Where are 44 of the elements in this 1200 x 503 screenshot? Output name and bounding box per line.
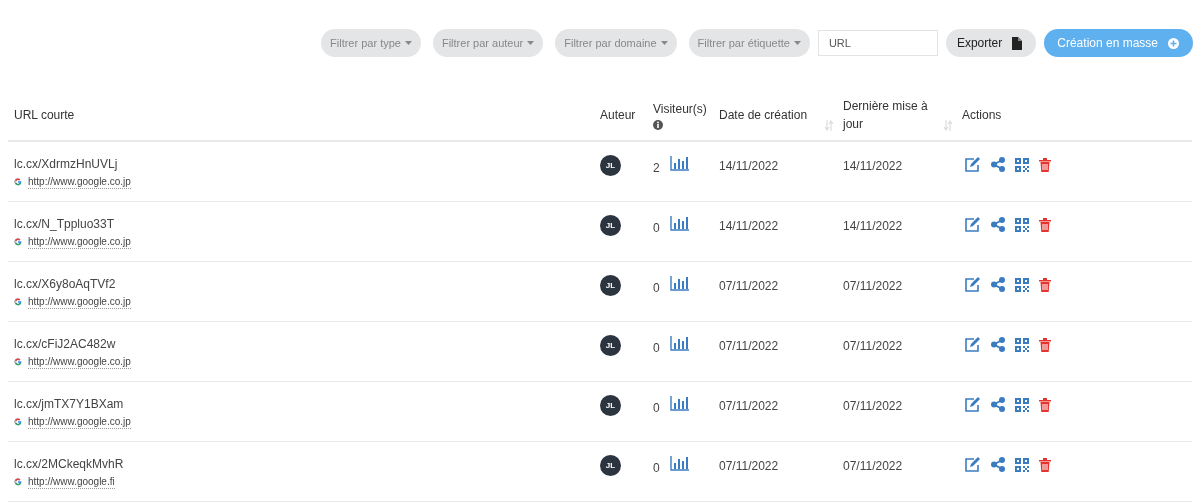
short-url-link[interactable]: lc.cx/X6y8oAqTVf2 xyxy=(14,276,116,292)
column-header: Visiteur(s) xyxy=(653,101,707,118)
short-url-link[interactable]: lc.cx/XdrmzHnUVLj xyxy=(14,156,118,172)
column-header[interactable]: Date de création xyxy=(719,106,823,124)
date-text: 07/11/2022 xyxy=(843,339,903,353)
visitor-count: 0 xyxy=(653,280,660,297)
date-text: 07/11/2022 xyxy=(719,339,779,353)
column-header[interactable]: Dernière mise à jour xyxy=(843,97,942,133)
date-text: 07/11/2022 xyxy=(719,399,779,413)
date-text: 14/11/2022 xyxy=(719,159,779,173)
target-url-link[interactable]: http://www.google.co.jp xyxy=(28,295,131,309)
url-field[interactable]: URL xyxy=(817,30,938,56)
short-url-link[interactable]: lc.cx/N_Tppluo33T xyxy=(14,216,115,232)
export-button[interactable]: Exporter xyxy=(945,29,1037,57)
date-text: 07/11/2022 xyxy=(719,279,779,293)
date-text: 07/11/2022 xyxy=(843,459,903,473)
visitor-count: 0 xyxy=(653,460,660,477)
date-text: 14/11/2022 xyxy=(843,159,903,173)
date-text: 07/11/2022 xyxy=(719,459,779,473)
visitor-count: 0 xyxy=(653,220,660,237)
target-url-link[interactable]: http://www.google.co.jp xyxy=(28,175,131,189)
date-text: 07/11/2022 xyxy=(843,279,903,293)
author-avatar: JL xyxy=(600,335,621,356)
column-header: URL courte xyxy=(14,107,76,124)
target-url-link[interactable]: http://www.google.fi xyxy=(28,475,115,489)
author-avatar: JL xyxy=(600,395,621,416)
target-url-link[interactable]: http://www.google.co.jp xyxy=(28,415,131,429)
column-header: Actions xyxy=(962,107,1003,124)
author-avatar: JL xyxy=(600,455,621,476)
short-url-link[interactable]: lc.cx/jmTX7Y1BXam xyxy=(14,396,124,412)
visitor-count: 0 xyxy=(653,340,660,357)
target-url-link[interactable]: http://www.google.co.jp xyxy=(28,355,131,369)
target-url-link[interactable]: http://www.google.co.jp xyxy=(28,235,131,249)
date-text: 14/11/2022 xyxy=(843,219,903,233)
author-avatar: JL xyxy=(600,275,621,296)
date-text: 14/11/2022 xyxy=(719,219,779,233)
short-url-link[interactable]: lc.cx/cFiJ2AC482w xyxy=(14,336,116,352)
date-text: 07/11/2022 xyxy=(843,399,903,413)
short-url-link[interactable]: lc.cx/2MCkeqkMvhR xyxy=(14,456,124,472)
visitor-count: 2 xyxy=(653,160,660,177)
author-avatar: JL xyxy=(600,155,621,176)
visitor-count: 0 xyxy=(653,400,660,417)
column-header: Auteur xyxy=(600,107,637,124)
author-avatar: JL xyxy=(600,215,621,236)
